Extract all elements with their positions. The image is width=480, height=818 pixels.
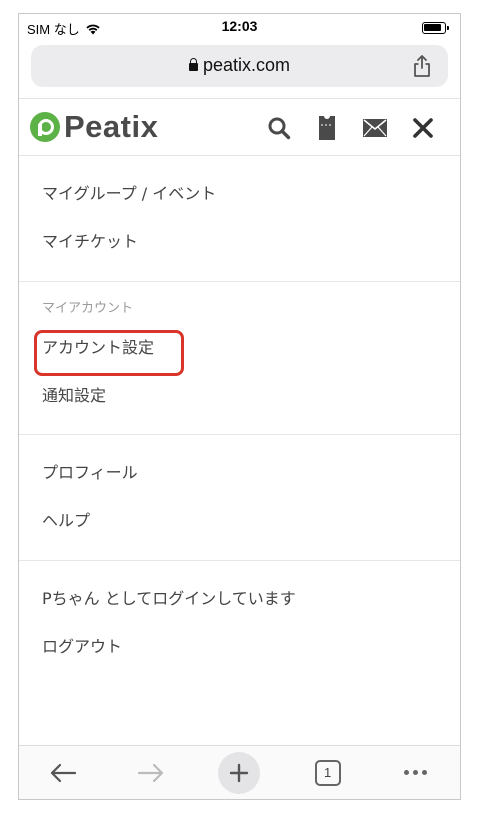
menu-section-profile: プロフィール ヘルプ xyxy=(19,435,460,561)
more-icon xyxy=(404,770,428,775)
search-icon xyxy=(268,117,291,140)
search-button[interactable] xyxy=(266,115,292,141)
share-icon[interactable] xyxy=(412,55,432,77)
tab-count: 1 xyxy=(314,759,341,786)
phone-screen: SIM なし 12:03 peatix.com Peatix マイグループ / … xyxy=(18,13,461,800)
menu-item-notification-settings[interactable]: 通知設定 xyxy=(19,372,460,420)
new-tab-button[interactable] xyxy=(217,751,261,795)
arrow-right-icon xyxy=(138,763,164,782)
highlight-box xyxy=(34,330,184,376)
menu-item-my-groups-events[interactable]: マイグループ / イベント xyxy=(19,170,460,218)
ticket-icon xyxy=(319,116,335,140)
battery-icon xyxy=(422,22,449,34)
mail-icon xyxy=(363,119,387,137)
tickets-button[interactable] xyxy=(314,115,340,141)
close-menu-button[interactable] xyxy=(410,115,436,141)
plus-circle xyxy=(218,751,261,794)
arrow-left-icon xyxy=(50,763,77,782)
site-header: Peatix xyxy=(19,98,460,156)
account-menu: マイグループ / イベント マイチケット マイアカウント アカウント設定 通知設… xyxy=(19,156,460,687)
lock-icon xyxy=(188,58,198,71)
forward-button[interactable] xyxy=(129,751,173,795)
peatix-logo[interactable]: Peatix xyxy=(30,109,158,145)
logged-in-as-text: Pちゃん としてログインしています xyxy=(42,589,296,608)
address-bar[interactable]: peatix.com xyxy=(31,45,448,87)
section-label-my-account: マイアカウント xyxy=(42,301,134,316)
clock: 12:03 xyxy=(221,18,258,34)
menu-item-logout[interactable]: ログアウト xyxy=(19,623,460,671)
menu-item-profile[interactable]: プロフィール xyxy=(19,449,460,497)
menu-item-help[interactable]: ヘルプ xyxy=(19,497,460,545)
url-text: peatix.com xyxy=(202,55,291,75)
plus-icon xyxy=(230,763,249,782)
tabs-button[interactable]: 1 xyxy=(306,751,350,795)
status-bar: SIM なし 12:03 xyxy=(19,14,460,42)
browser-toolbar: 1 xyxy=(19,745,460,799)
more-menu-button[interactable] xyxy=(394,751,438,795)
header-actions xyxy=(266,115,436,141)
logo-text: Peatix xyxy=(64,109,159,144)
menu-section-session: Pちゃん としてログインしています ログアウト xyxy=(19,561,460,687)
url-display[interactable]: peatix.com xyxy=(31,55,448,76)
peatix-logo-icon xyxy=(30,112,60,142)
menu-section-groups: マイグループ / イベント マイチケット xyxy=(19,156,460,282)
menu-item-my-tickets[interactable]: マイチケット xyxy=(19,218,460,266)
back-button[interactable] xyxy=(41,751,85,795)
close-icon xyxy=(413,118,433,138)
messages-button[interactable] xyxy=(362,115,388,141)
